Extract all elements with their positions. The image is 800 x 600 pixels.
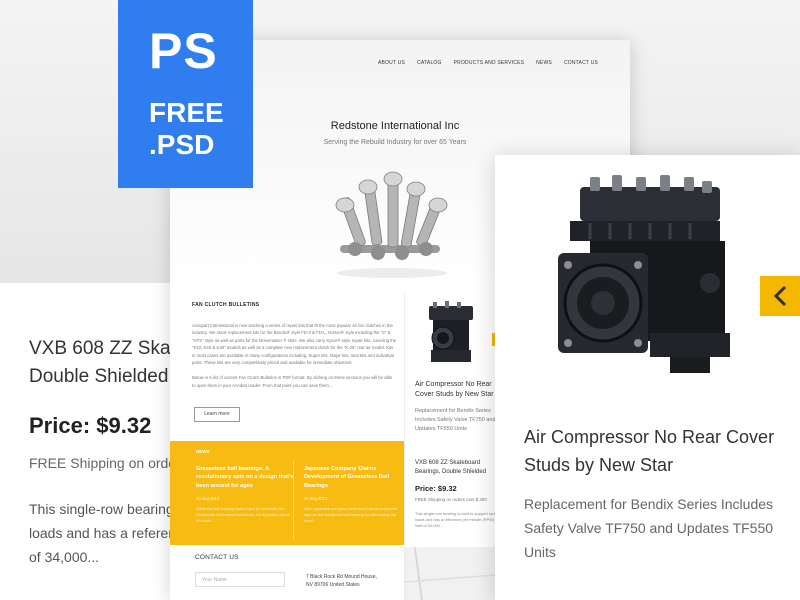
map-thumbnail: [404, 547, 496, 600]
left-product-shipping: FREE Shipping on orders over $ 300: [29, 455, 180, 471]
contact-heading: CONTACT US: [195, 554, 239, 561]
news-item[interactable]: Greaseless ball bearings: A revolutionar…: [196, 465, 294, 524]
site-product2-shipping: FREE Shipping on orders over $ 300: [415, 497, 487, 502]
product-description: Replacement for Bendix Series Includes S…: [524, 496, 774, 560]
news-item-title: Japanese Company Claims Development of G…: [304, 466, 390, 489]
chevron-left-icon: [773, 286, 787, 306]
badge-free: FREE: [149, 97, 224, 128]
bulletins-paragraph-2: Below is a list of current Fan Clutch Bu…: [192, 375, 393, 388]
left-product-description: This single-row bearing is built to supp…: [29, 501, 180, 565]
nav-news[interactable]: NEWS: [536, 60, 552, 66]
air-compressor-image: [558, 175, 730, 373]
product-card[interactable]: Air Compressor No Rear Cover Studs by Ne…: [495, 155, 800, 600]
news-item-text: While the ball bearing dates back to Leo…: [196, 506, 290, 524]
site-product-title: Air Compressor No Rear Cover Studs by Ne…: [415, 381, 494, 398]
site-product-description: Replacement for Bendix Series Includes S…: [415, 408, 496, 432]
badge-psd: .PSD: [149, 129, 215, 160]
bulletins-heading: FAN CLUTCH BULLETINS: [192, 302, 260, 308]
badge-free-psd-text: FREE .PSD: [149, 97, 224, 161]
nav-products-services[interactable]: PRODUCTS AND SERVICES: [454, 60, 525, 66]
fan-clutch-bulletins: FAN CLUTCH BULLETINS Accupart Internatio…: [192, 302, 397, 397]
name-input[interactable]: Your Name: [195, 572, 285, 587]
left-product-price: Price: $9.32: [29, 413, 152, 438]
news-item-text: One Japanese company believes it has an …: [304, 506, 397, 524]
site-product-card-2[interactable]: VXB 608 ZZ Skateboard Bearings, Double S…: [404, 447, 499, 547]
badge-ps-text: PS: [149, 23, 218, 79]
left-product-card: VXB 608 ZZ Skateboard Bearings, Double S…: [0, 283, 180, 600]
bulletins-paragraph-1: Accupart International is now stocking a…: [192, 323, 397, 366]
site-product2-price: Price: $9.32: [415, 484, 457, 493]
news-item-date: 20 aug 2012: [196, 496, 220, 502]
news-item[interactable]: Japanese Company Claims Development of G…: [304, 465, 402, 524]
engine-pistons-image: [335, 171, 448, 278]
compressor-thumbnail-image: [429, 301, 473, 362]
news-item-date: 20 aug 2012: [304, 496, 328, 502]
ps-free-psd-badge: PS FREE .PSD: [118, 0, 253, 188]
site-product2-description: This single-row bearing is built to supp…: [415, 511, 499, 528]
news-item-title: Greaseless ball bearings: A revolutionar…: [196, 466, 294, 489]
product-title: Air Compressor No Rear Cover Studs by Ne…: [524, 427, 775, 475]
address-line-1: 7 Black Rock Rd Mound House,: [306, 574, 377, 580]
site-product2-title: VXB 608 ZZ Skateboard Bearings, Double S…: [415, 460, 487, 475]
learn-more-button[interactable]: Learn more: [194, 407, 240, 422]
nav-catalog[interactable]: CATALOG: [417, 60, 442, 66]
nav-about-us[interactable]: ABOUT US: [378, 60, 405, 66]
news-label: NEWS: [196, 449, 210, 454]
news-section: NEWS Greaseless ball bearings: A revolut…: [170, 441, 404, 545]
contact-address: 7 Black Rock Rd Mound House, NV 89706 Un…: [306, 573, 377, 589]
left-product-title: VXB 608 ZZ Skateboard Bearings, Double S…: [29, 338, 180, 387]
slider-prev-button[interactable]: [760, 276, 800, 316]
top-navigation: ABOUT US CATALOG PRODUCTS AND SERVICES N…: [378, 60, 598, 66]
address-line-2: NV 89706 United States: [306, 582, 360, 588]
site-product-card[interactable]: Air Compressor No Rear Cover Studs by Ne…: [404, 292, 496, 447]
nav-contact-us[interactable]: CONTACT US: [564, 60, 598, 66]
